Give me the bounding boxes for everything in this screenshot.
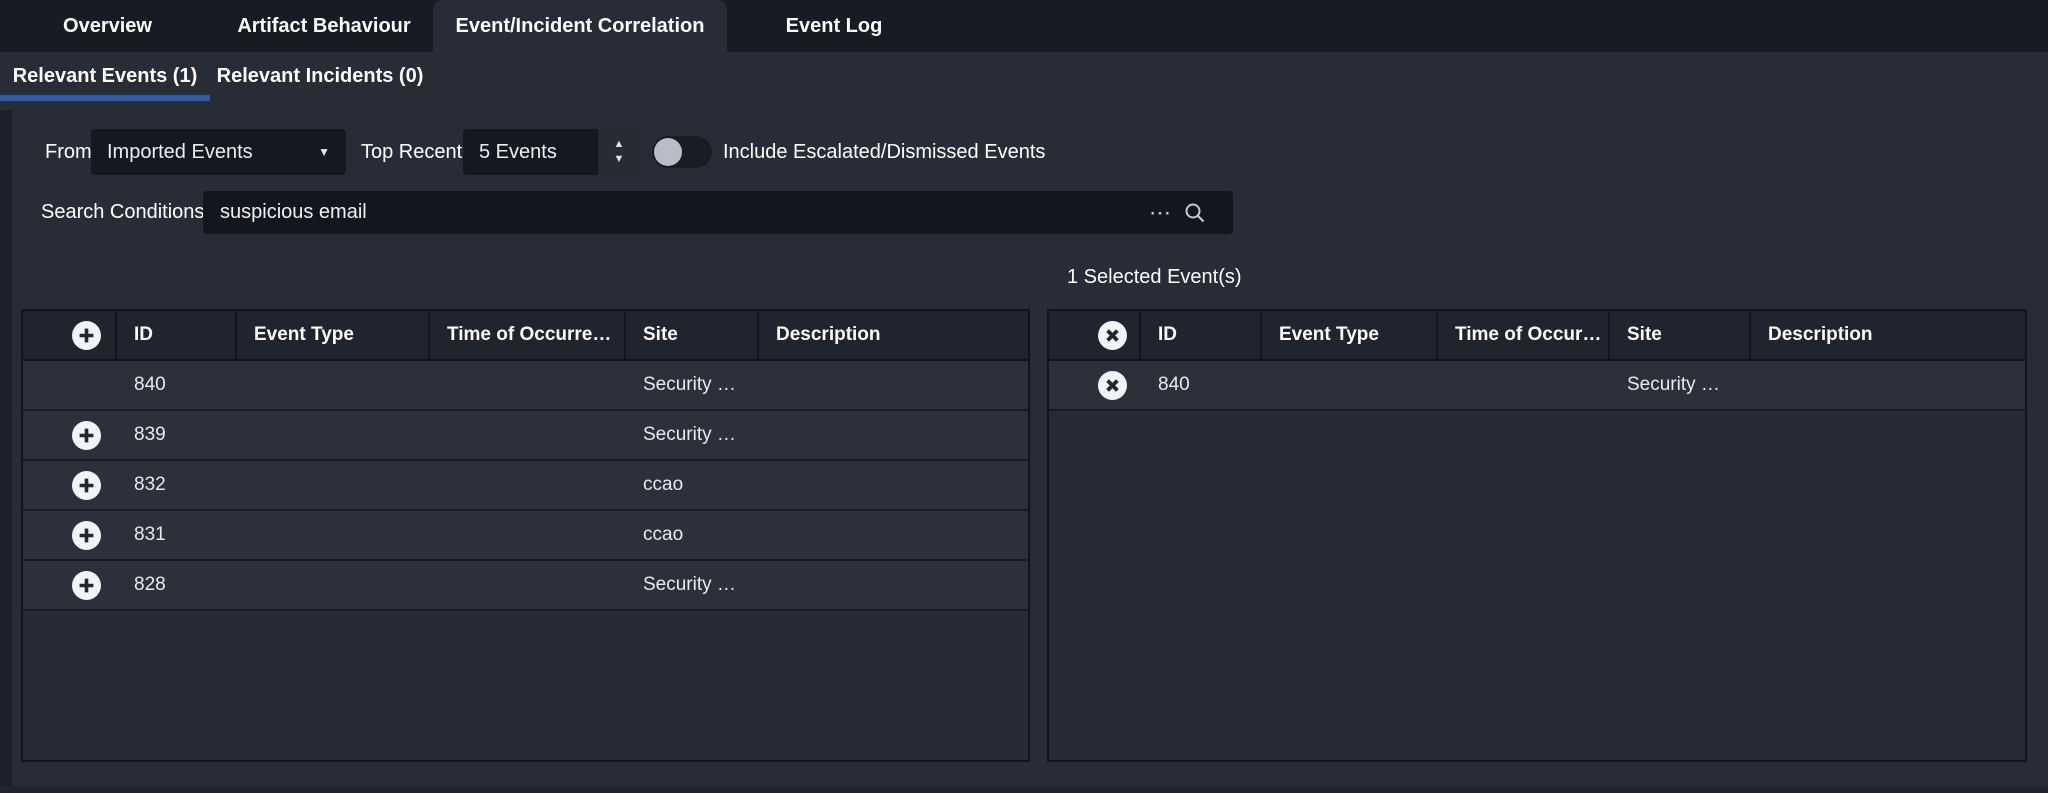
from-label: From	[45, 129, 92, 175]
include-escalated-toggle[interactable]	[652, 136, 712, 168]
subtab-relevant-incidents[interactable]: Relevant Incidents (0)	[210, 52, 430, 101]
add-event-button[interactable]	[72, 471, 101, 500]
column-header-event-type: Event Type	[237, 311, 430, 359]
from-select[interactable]: Imported Events ▼	[91, 129, 346, 175]
top-recent-input[interactable]	[463, 129, 598, 175]
plus-circle-icon	[72, 521, 101, 550]
cell-site: Security …	[626, 424, 759, 446]
row-action-cell	[23, 571, 117, 600]
cell-site: Security …	[626, 374, 759, 396]
available-events-body: 840 Security … 839 Security … 832 ccao 831 ccao…	[23, 361, 1028, 611]
search-conditions-label: Search Conditions	[41, 191, 204, 234]
column-header-time: Time of Occurre…	[430, 311, 626, 359]
search-input[interactable]	[203, 200, 1145, 225]
remove-event-button[interactable]	[1098, 371, 1127, 400]
cell-id: 840	[1141, 374, 1262, 396]
cell-id: 839	[117, 424, 237, 446]
selected-events-header: ID Event Type Time of Occur… Site Descri…	[1049, 311, 2025, 361]
cell-site: Security …	[626, 574, 759, 596]
include-escalated-label: Include Escalated/Dismissed Events	[723, 129, 1045, 175]
from-select-value: Imported Events	[107, 141, 253, 164]
top-recent-spinner: ▲ ▼	[598, 129, 640, 175]
column-header-site: Site	[626, 311, 759, 359]
event-row: 828 Security …	[23, 561, 1028, 611]
search-icon	[1183, 201, 1207, 225]
plus-circle-icon	[72, 321, 101, 350]
cell-id: 828	[117, 574, 237, 596]
event-row: 839 Security …	[23, 411, 1028, 461]
top-recent-label: Top Recent	[361, 129, 462, 175]
selected-events-count: 1 Selected Event(s)	[1067, 266, 1242, 289]
add-event-button[interactable]	[72, 521, 101, 550]
cell-id: 832	[117, 474, 237, 496]
column-header-description: Description	[1751, 311, 2025, 359]
plus-circle-icon	[72, 571, 101, 600]
tab-event-incident-correlation[interactable]: Event/Incident Correlation	[433, 0, 727, 52]
more-options-icon[interactable]: ⋯	[1145, 202, 1175, 224]
search-button[interactable]	[1183, 201, 1207, 225]
sub-tab-bar: Relevant Events (1) Relevant Incidents (…	[0, 52, 430, 101]
column-header-id: ID	[1141, 311, 1262, 359]
x-circle-icon	[1098, 321, 1127, 350]
column-header-id: ID	[117, 311, 237, 359]
bottom-edge-strip	[0, 786, 2048, 793]
plus-circle-icon	[72, 471, 101, 500]
tab-artifact-behaviour[interactable]: Artifact Behaviour	[215, 0, 433, 52]
remove-all-button[interactable]	[1098, 321, 1127, 350]
column-header-time: Time of Occur…	[1438, 311, 1610, 359]
search-conditions-field: ⋯	[203, 191, 1233, 234]
column-header-description: Description	[759, 311, 1028, 359]
available-events-table: ID Event Type Time of Occurre… Site Desc…	[21, 309, 1030, 762]
tab-bar: Overview Artifact Behaviour Event/Incide…	[0, 0, 2048, 52]
selected-events-body: 840 Security …	[1049, 361, 2025, 411]
cell-id: 831	[117, 524, 237, 546]
cell-id: 840	[117, 374, 237, 396]
cell-site: ccao	[626, 524, 759, 546]
add-all-button[interactable]	[72, 321, 101, 350]
left-edge-strip	[0, 110, 12, 793]
event-row: 831 ccao	[23, 511, 1028, 561]
plus-circle-icon	[72, 421, 101, 450]
row-action-cell	[1049, 371, 1141, 400]
row-action-cell	[23, 421, 117, 450]
selected-events-table: ID Event Type Time of Occur… Site Descri…	[1047, 309, 2027, 762]
tab-overview[interactable]: Overview	[0, 0, 215, 52]
row-action-cell	[23, 471, 117, 500]
spinner-down-icon[interactable]: ▼	[614, 154, 625, 165]
event-row: 840 Security …	[23, 361, 1028, 411]
column-header-event-type: Event Type	[1262, 311, 1438, 359]
active-subtab-underline	[0, 95, 210, 101]
available-events-header: ID Event Type Time of Occurre… Site Desc…	[23, 311, 1028, 361]
event-row: 832 ccao	[23, 461, 1028, 511]
tab-event-log[interactable]: Event Log	[727, 0, 941, 52]
spinner-up-icon[interactable]: ▲	[614, 139, 625, 150]
event-row: 840 Security …	[1049, 361, 2025, 411]
x-circle-icon	[1098, 371, 1127, 400]
toggle-knob	[654, 138, 682, 166]
cell-site: ccao	[626, 474, 759, 496]
row-action-cell	[23, 521, 117, 550]
add-event-button[interactable]	[72, 421, 101, 450]
cell-site: Security …	[1610, 374, 1751, 396]
add-event-button[interactable]	[72, 571, 101, 600]
subtab-relevant-events[interactable]: Relevant Events (1)	[0, 52, 210, 101]
column-header-site: Site	[1610, 311, 1751, 359]
chevron-down-icon: ▼	[318, 145, 330, 159]
